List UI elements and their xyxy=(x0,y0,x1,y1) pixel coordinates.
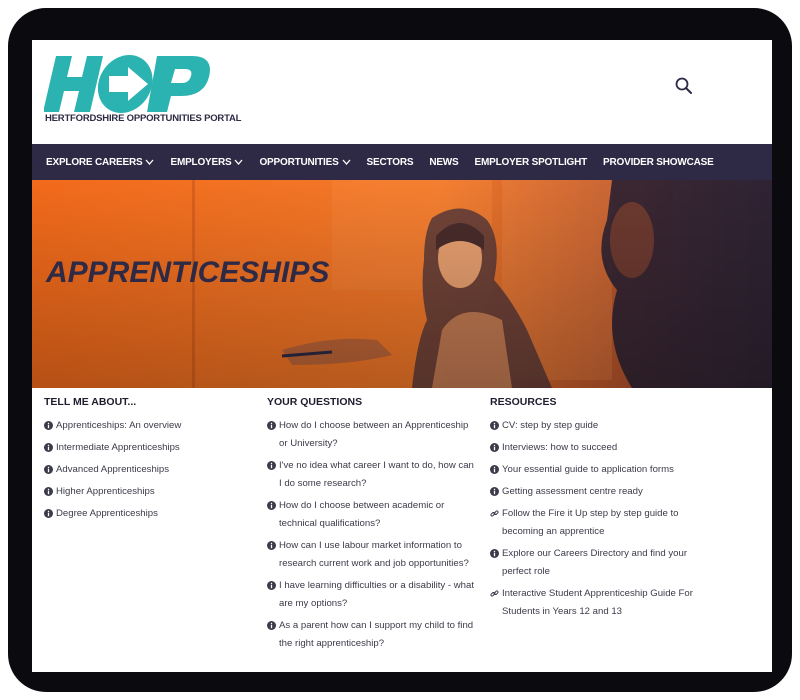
link-text: Interactive Student Apprenticeship Guide… xyxy=(502,588,693,617)
nav-label: EXPLORE CAREERS xyxy=(46,156,143,168)
info-icon xyxy=(490,487,499,496)
hero-title: APPRENTICESHIPS xyxy=(46,256,330,289)
link-text: Interviews: how to succeed xyxy=(502,442,618,453)
info-icon xyxy=(267,581,276,590)
main-nav: EXPLORE CAREERS EMPLOYERS OPPORTUNITIES … xyxy=(32,144,772,180)
hero-banner: APPRENTICESHIPS xyxy=(32,180,772,388)
info-icon xyxy=(44,487,53,496)
chevron-down-icon xyxy=(234,159,243,165)
nav-label: PROVIDER SHOWCASE xyxy=(603,156,714,168)
chevron-down-icon xyxy=(342,159,351,165)
tell-me-about-column: TELL ME ABOUT... Apprenticeships: An ove… xyxy=(44,396,264,527)
link-degree-apprenticeships[interactable]: Degree Apprenticeships xyxy=(44,505,264,523)
link-text: As a parent how can I support my child t… xyxy=(279,620,474,649)
link-apprenticeship-vs-university[interactable]: How do I choose between an Apprenticeshi… xyxy=(267,417,479,453)
column-title: YOUR QUESTIONS xyxy=(267,396,363,408)
nav-sectors[interactable]: SECTORS xyxy=(367,157,414,168)
link-application-forms[interactable]: Your essential guide to application form… xyxy=(490,461,710,479)
info-icon xyxy=(267,541,276,550)
info-icon xyxy=(44,509,53,518)
link-higher-apprenticeships[interactable]: Higher Apprenticeships xyxy=(44,483,264,501)
info-icon xyxy=(44,443,53,452)
link-intermediate-apprenticeships[interactable]: Intermediate Apprenticeships xyxy=(44,439,264,457)
link-text: I have learning difficulties or a disabi… xyxy=(279,580,474,609)
info-icon xyxy=(490,421,499,430)
info-icon xyxy=(267,421,276,430)
nav-label: SECTORS xyxy=(366,156,414,168)
nav-label: NEWS xyxy=(429,156,459,168)
nav-employer-spotlight[interactable]: EMPLOYER SPOTLIGHT xyxy=(475,157,588,168)
link-text: I've no idea what career I want to do, h… xyxy=(279,460,474,489)
link-icon xyxy=(490,510,499,517)
link-text: Degree Apprenticeships xyxy=(56,508,158,519)
nav-explore-careers[interactable]: EXPLORE CAREERS xyxy=(46,157,154,168)
link-text: Explore our Careers Directory and find y… xyxy=(502,548,688,577)
nav-news[interactable]: NEWS xyxy=(429,157,458,168)
info-icon xyxy=(44,465,53,474)
column-title: RESOURCES xyxy=(490,396,557,408)
link-apprenticeships-overview[interactable]: Apprenticeships: An overview xyxy=(44,417,264,435)
link-career-research[interactable]: I've no idea what career I want to do, h… xyxy=(267,457,479,493)
link-fire-it-up-guide[interactable]: Follow the Fire it Up step by step guide… xyxy=(490,505,710,541)
link-labour-market-info[interactable]: How can I use labour market information … xyxy=(267,537,479,573)
link-parent-support[interactable]: As a parent how can I support my child t… xyxy=(267,617,479,653)
link-student-apprenticeship-guide[interactable]: Interactive Student Apprenticeship Guide… xyxy=(490,585,710,621)
link-text: How do I choose between academic or tech… xyxy=(279,500,445,529)
nav-label: EMPLOYER SPOTLIGHT xyxy=(474,156,588,168)
your-questions-column: YOUR QUESTIONS How do I choose between a… xyxy=(267,396,479,657)
info-icon xyxy=(490,443,499,452)
link-learning-difficulties[interactable]: I have learning difficulties or a disabi… xyxy=(267,577,479,613)
link-interviews[interactable]: Interviews: how to succeed xyxy=(490,439,710,457)
search-icon[interactable] xyxy=(674,76,694,96)
nav-label: OPPORTUNITIES xyxy=(259,156,339,168)
logo-subtitle: HERTFORDSHIRE OPPORTUNITIES PORTAL xyxy=(45,113,242,124)
resources-column: RESOURCES CV: step by step guide Intervi… xyxy=(490,396,710,625)
link-text: Follow the Fire it Up step by step guide… xyxy=(502,508,679,537)
link-advanced-apprenticeships[interactable]: Advanced Apprenticeships xyxy=(44,461,264,479)
site-header: HERTFORDSHIRE OPPORTUNITIES PORTAL xyxy=(32,40,772,144)
info-icon xyxy=(267,501,276,510)
column-title: TELL ME ABOUT... xyxy=(44,396,137,408)
link-text: Apprenticeships: An overview xyxy=(56,420,182,431)
info-icon xyxy=(490,549,499,558)
link-text: Your essential guide to application form… xyxy=(502,464,674,475)
link-text: CV: step by step guide xyxy=(502,420,599,431)
link-text: Advanced Apprenticeships xyxy=(56,464,170,475)
nav-label: EMPLOYERS xyxy=(170,156,232,168)
nav-provider-showcase[interactable]: PROVIDER SHOWCASE xyxy=(603,157,714,168)
link-academic-vs-technical[interactable]: How do I choose between academic or tech… xyxy=(267,497,479,533)
link-icon xyxy=(490,590,499,597)
info-icon xyxy=(267,621,276,630)
link-assessment-centre[interactable]: Getting assessment centre ready xyxy=(490,483,710,501)
nav-employers[interactable]: EMPLOYERS xyxy=(170,157,243,168)
chevron-down-icon xyxy=(145,159,154,165)
info-icon xyxy=(490,465,499,474)
link-text: How do I choose between an Apprenticeshi… xyxy=(279,420,469,449)
hop-logo[interactable] xyxy=(44,50,244,122)
link-careers-directory[interactable]: Explore our Careers Directory and find y… xyxy=(490,545,710,581)
link-text: Getting assessment centre ready xyxy=(502,486,643,497)
info-icon xyxy=(267,461,276,470)
info-icon xyxy=(44,421,53,430)
browser-viewport: HERTFORDSHIRE OPPORTUNITIES PORTAL EXPLO… xyxy=(32,40,772,672)
nav-opportunities[interactable]: OPPORTUNITIES xyxy=(259,156,351,168)
link-text: Higher Apprenticeships xyxy=(56,486,155,497)
link-text: How can I use labour market information … xyxy=(279,540,469,569)
link-cv-guide[interactable]: CV: step by step guide xyxy=(490,417,710,435)
link-text: Intermediate Apprenticeships xyxy=(56,442,180,453)
